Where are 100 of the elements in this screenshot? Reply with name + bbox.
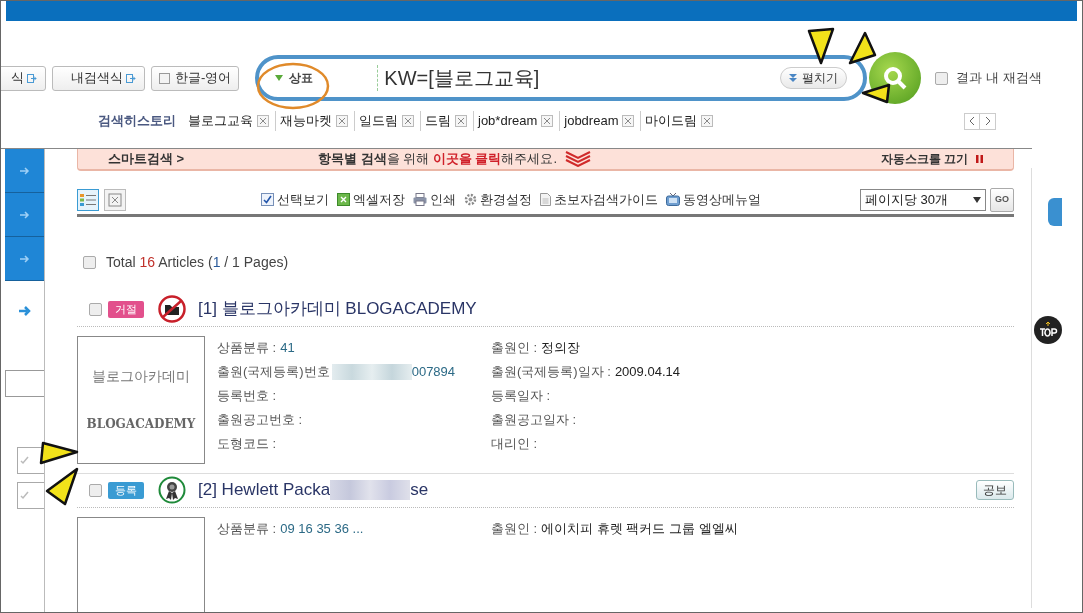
pause-icon: [976, 154, 983, 163]
chevron-left-icon: [969, 117, 975, 125]
printer-icon: [413, 193, 427, 206]
toolbar-action[interactable]: 초보자검색가이드: [554, 189, 658, 210]
history-item[interactable]: 블로그교육: [188, 111, 253, 131]
callout-arrow: [45, 467, 79, 506]
callout-arrow: [861, 83, 891, 104]
category-selector[interactable]: 상표: [289, 69, 378, 87]
search-icon: [882, 65, 909, 91]
checkbox-icon: [261, 193, 274, 206]
history-item[interactable]: 재능마켓: [280, 111, 332, 131]
field-label: 상품분류 :: [217, 519, 277, 538]
spreadsheet-icon: [337, 193, 350, 206]
select-all-checkbox[interactable]: [83, 255, 96, 269]
toolbar-action[interactable]: 동영상메뉴얼: [683, 189, 761, 210]
smart-search-banner[interactable]: 스마트검색 > 항목별 검색을 위해 이곳을 클릭해주세요. 자동스크롤 끄기: [77, 149, 1014, 171]
top-button[interactable]: [1034, 316, 1062, 344]
toolbar-action[interactable]: 엑셀저장: [353, 189, 405, 210]
field-value: 정의장: [541, 338, 581, 357]
dropdown-triangle-icon: [973, 196, 981, 203]
formula-button[interactable]: 식: [1, 65, 46, 91]
field-label: 출원인 :: [491, 519, 538, 538]
row-checkbox[interactable]: [89, 483, 102, 497]
chevron-right-icon: [985, 117, 990, 125]
checkmark-icon: [20, 456, 29, 465]
remove-icon[interactable]: [622, 115, 635, 127]
history-label: 검색히스토리: [98, 112, 176, 131]
field-label: 등록일자 :: [491, 386, 551, 405]
chevron-down-icon: [565, 150, 592, 167]
callout-arrow: [39, 441, 79, 465]
history-item[interactable]: job*dream: [478, 111, 538, 131]
arrow-right-icon: [19, 210, 30, 219]
language-toggle[interactable]: 한글-영어: [151, 65, 240, 91]
field-label: 출원(국제등록)일자 :: [491, 362, 611, 381]
remove-icon[interactable]: [455, 115, 467, 127]
field-label: 출원공고번호 :: [217, 410, 303, 429]
grid-view-button[interactable]: [104, 188, 126, 211]
search-field[interactable]: 상표 KW=[블로그교육] 펼치기: [255, 55, 868, 101]
result-title[interactable]: se: [410, 477, 429, 503]
checkmark-icon: [20, 491, 29, 500]
remove-icon[interactable]: [402, 115, 414, 127]
banner-message: 항목별 검색을 위해 이곳을 클릭해주세요.: [318, 150, 558, 168]
field-label: 출원인 :: [491, 338, 538, 357]
sidebar-tab[interactable]: [5, 237, 44, 281]
toolbar-action[interactable]: 환경설정: [480, 189, 532, 210]
toolbar-action[interactable]: 인쇄: [430, 189, 456, 210]
row-checkbox[interactable]: [89, 302, 102, 316]
per-page-select[interactable]: 페이지당 30개: [860, 188, 986, 211]
sidebar-tab[interactable]: [5, 149, 44, 193]
remove-icon[interactable]: [336, 115, 348, 127]
sidebar-field[interactable]: [5, 370, 44, 397]
expand-button[interactable]: 펼치기: [780, 67, 848, 89]
next-button[interactable]: [980, 112, 996, 130]
arrow-right-icon: [19, 166, 30, 175]
export-icon: [126, 73, 136, 83]
export-icon: [27, 73, 37, 83]
remove-icon[interactable]: [257, 115, 269, 127]
refine-label: 결과 내 재검색: [956, 69, 1042, 88]
history-item[interactable]: jobdream: [564, 111, 619, 131]
field-label: 출원공고일자 :: [491, 410, 577, 429]
result-summary: Total 16 Articles (1 / 1 Pages): [106, 252, 289, 272]
dropdown-triangle-icon: [275, 75, 284, 81]
status-badge: 거절: [108, 300, 144, 318]
field-value: 에이치피 휴렛 팩커드 그룹 엘엘씨: [541, 519, 738, 538]
field-value: 09 16 35 36 ...: [280, 519, 364, 538]
callout-arrow: [848, 31, 877, 65]
field-value: 41: [280, 338, 295, 357]
award-ribbon-icon: [158, 476, 186, 504]
arrow-right-icon: [19, 254, 30, 263]
field-label: 등록번호 :: [217, 386, 277, 405]
document-icon: [540, 193, 551, 206]
previous-button[interactable]: [964, 112, 980, 130]
history-item[interactable]: 마이드림: [645, 111, 698, 131]
scroll-to-top-icon: [1038, 322, 1058, 338]
list-view-button[interactable]: [77, 188, 99, 211]
arrow-right-icon[interactable]: [18, 306, 31, 316]
sidebar-tab[interactable]: [5, 193, 44, 237]
formula-button[interactable]: 내검색식: [52, 65, 145, 91]
remove-icon[interactable]: [701, 115, 714, 127]
go-button[interactable]: GO: [990, 187, 1014, 212]
trademark-text: 블로그아카데미: [92, 367, 190, 386]
history-item[interactable]: 드림: [425, 111, 451, 131]
trademark-text: BLOGACADEMY: [86, 416, 196, 433]
gazette-button[interactable]: 공보: [976, 480, 1014, 500]
history-item[interactable]: 일드림: [359, 111, 398, 131]
refine-checkbox[interactable]: [935, 71, 949, 85]
banner-title: 스마트검색 >: [108, 150, 186, 168]
field-label: 도형코드 :: [217, 434, 277, 453]
field-value: 2009.04.14: [614, 362, 680, 381]
double-down-icon: [789, 73, 798, 83]
field-label: 대리인 :: [491, 434, 538, 453]
result-title[interactable]: [2] Hewlett Packa: [198, 477, 331, 503]
result-title[interactable]: [1] 블로그아카데미 BLOGACADEMY: [198, 296, 477, 322]
toolbar-action[interactable]: 선택보기: [277, 189, 329, 210]
auto-scroll-toggle[interactable]: 자동스크롤 끄기: [880, 149, 968, 168]
sidebar-checkbox[interactable]: [17, 482, 44, 509]
callout-arrow: [807, 27, 835, 65]
field-label: 출원(국제등록)번호: [217, 362, 330, 381]
remove-icon[interactable]: [541, 115, 554, 127]
side-tab[interactable]: [1048, 198, 1062, 226]
